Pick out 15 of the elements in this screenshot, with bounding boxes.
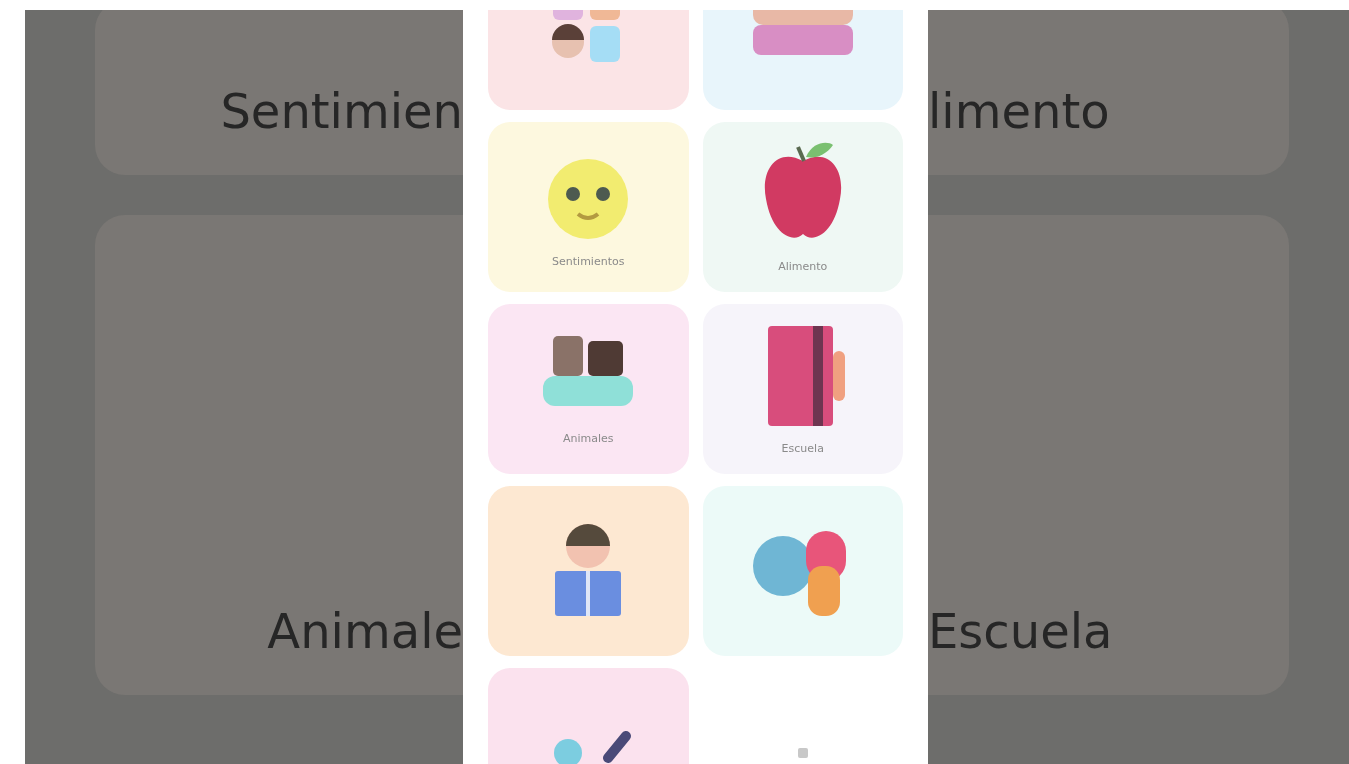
- tile-label: Alimento: [778, 258, 828, 275]
- tile-label: Animales: [562, 430, 614, 447]
- category-title: Escuela: [928, 607, 1113, 655]
- category-tile[interactable]: Sentimientos: [488, 122, 689, 292]
- tile-label: Sentimientos: [552, 253, 625, 270]
- category-title: limento: [928, 87, 1110, 135]
- small-mark-icon: [795, 746, 810, 760]
- category-title: Animale: [267, 607, 463, 655]
- category-tile[interactable]: Animales: [488, 304, 689, 474]
- tile-label: Escuela: [781, 440, 824, 457]
- category-tile[interactable]: Escuela: [702, 304, 903, 474]
- category-tile[interactable]: Alimento: [702, 122, 903, 292]
- category-title: Sentimien: [220, 87, 463, 135]
- category-tile[interactable]: [488, 486, 689, 656]
- category-tile[interactable]: [702, 486, 903, 656]
